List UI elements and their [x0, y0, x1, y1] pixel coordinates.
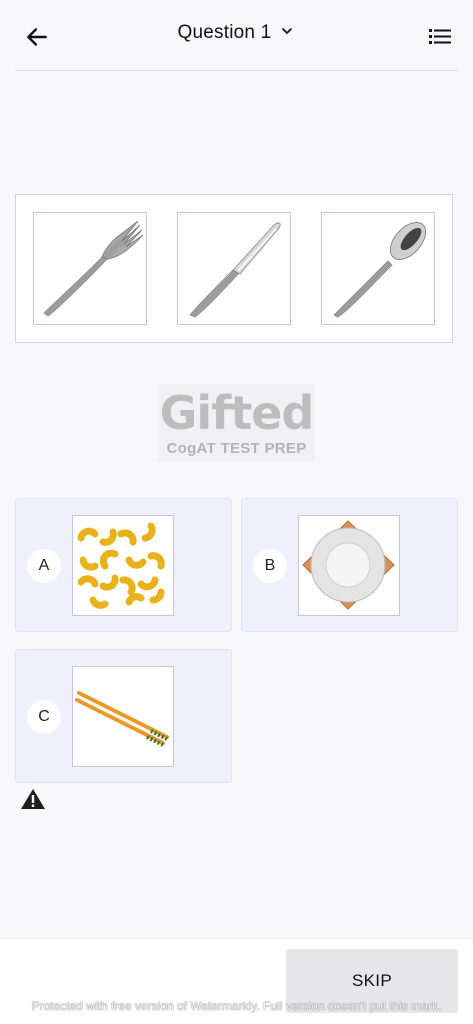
option-c[interactable]: C [15, 649, 232, 783]
option-letter: A [27, 549, 61, 583]
logo-word: Gifted [159, 386, 315, 440]
option-a[interactable]: A [15, 498, 232, 632]
option-b[interactable]: B [241, 498, 458, 632]
top-bar: Question 1 [0, 0, 473, 72]
plate-image [298, 515, 400, 616]
option-letter: B [253, 549, 287, 583]
page-title: Question 1 [177, 22, 272, 43]
gifted-logo: Gifted CogAT TEST PREP [158, 384, 315, 462]
question-selector[interactable]: Question 1 [0, 22, 473, 44]
spoon-image [321, 212, 435, 325]
macaroni-image [72, 515, 174, 616]
warning-icon[interactable] [20, 788, 46, 810]
fork-image [33, 212, 147, 325]
chevron-down-icon [282, 28, 293, 35]
watermark-text: Protected with free version of Watermark… [31, 999, 442, 1013]
knife-image [177, 212, 291, 325]
list-icon[interactable] [429, 26, 451, 46]
logo-subtitle: CogAT TEST PREP [166, 440, 307, 457]
header-divider [15, 70, 458, 71]
chopsticks-image [72, 666, 174, 767]
bottom-bar: SKIP Protected with free version of Wate… [0, 938, 473, 1024]
option-letter: C [27, 700, 61, 734]
question-panel [15, 194, 453, 343]
